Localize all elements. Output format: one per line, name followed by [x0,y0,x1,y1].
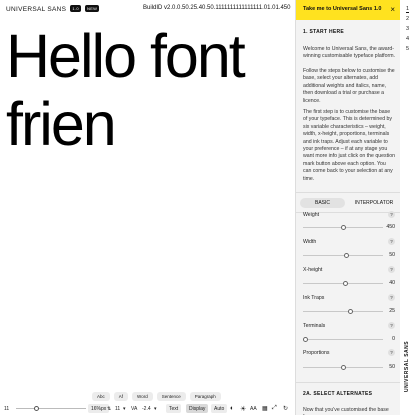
width-slider[interactable] [303,253,383,258]
weight-value[interactable]: 450 [376,224,395,230]
x-height-value[interactable]: 40 [376,280,395,286]
width-label: Width [303,239,317,245]
font-size-slider-knob[interactable] [34,406,39,411]
contrast-icon[interactable]: ◐ [230,404,234,413]
ink-traps-help-button[interactable]: ? [388,294,395,301]
weight-label: Weight [303,212,320,218]
customise-panel: Take me to Universal Sans 1.0 × 1. START… [295,0,400,415]
ink-traps-label: Ink Traps [303,295,325,301]
version-badge: 1.0 [70,5,81,12]
grid-icon[interactable]: ▦ [262,404,268,413]
chip-abc[interactable]: Abc [92,392,110,401]
cta-label: Take me to Universal Sans 1.0 [303,6,382,12]
build-id: BuildID v2.0.0.50.25.40.50.1111111111111… [143,5,291,11]
width-value[interactable]: 50 [376,252,395,258]
alternates-paragraph: Now that you've customised the base for [303,407,389,415]
type-specimen[interactable]: Hello font frien [6,22,294,158]
tracking-value[interactable]: -2.4 [142,404,151,413]
tab-basic[interactable]: BASIC [300,198,345,208]
proportions-value[interactable]: 50 [376,364,395,370]
reset-icon[interactable]: ↻ [283,404,288,413]
x-height-slider[interactable] [303,281,383,286]
weight-slider-knob[interactable] [341,225,346,230]
tracking-dropdown-icon[interactable]: ▾ [154,404,157,413]
x-height-label: X-height [303,267,323,273]
divider [296,192,400,193]
proportions-slider[interactable] [303,365,383,370]
section-start-title: 1. START HERE [303,29,345,35]
proportions-slider-knob[interactable] [341,365,346,370]
auto-button[interactable]: Auto [211,404,228,413]
width-help-button[interactable]: ? [388,238,395,245]
weight-slider[interactable] [303,225,383,230]
terminals-slider-knob[interactable] [303,337,308,342]
weight-help-button[interactable]: ? [388,211,395,218]
font-size-slider[interactable] [16,406,86,411]
divider [296,382,400,383]
terminals-slider[interactable] [303,337,383,342]
line-height-icon: ⇅ [107,405,112,412]
ink-traps-slider[interactable] [303,309,383,314]
step-1[interactable]: 1 [406,6,410,13]
chip-af[interactable]: Af [113,392,129,401]
new-badge: NEW [85,5,100,12]
bottom-toolbar: 11 16%px ⇅ 11 ▾ VA -2.4 ▾ Text Display A… [4,403,294,414]
mode-text-button[interactable]: Text [166,404,182,413]
step-2[interactable]: 2 [406,16,409,22]
light-mode-icon[interactable]: ☀ [240,404,246,413]
top-bar: UNIVERSAL SANS 1.0 NEW BuildID v2.0.0.50… [0,0,295,18]
width-slider-knob[interactable] [344,253,349,258]
proportions-help-button[interactable]: ? [388,349,395,356]
close-icon[interactable]: × [390,5,395,14]
ink-traps-slider-knob[interactable] [348,309,353,314]
section-alternates-title: 2A. SELECT ALTERNATES [303,391,373,397]
chip-sentence[interactable]: Sentence [156,392,186,401]
step-5[interactable]: 5 [406,46,409,52]
step-4[interactable]: 4 [406,36,409,42]
terminals-value[interactable]: 0 [376,336,395,342]
cta-banner[interactable]: Take me to Universal Sans 1.0 × [296,0,400,20]
terminals-label: Terminals [303,323,326,329]
x-height-slider-knob[interactable] [343,281,348,286]
brand-logo[interactable]: UNIVERSAL SANS 1.0 NEW [6,5,100,13]
terminals-help-button[interactable]: ? [388,322,395,329]
step-3[interactable]: 3 [406,26,409,32]
chip-word[interactable]: Word [132,392,153,401]
mode-tabs: BASIC INTERPOLATOR [296,195,400,211]
line-height-value[interactable]: 11 [115,404,120,413]
ink-traps-value[interactable]: 25 [376,308,395,314]
tab-interpolator[interactable]: INTERPOLATOR [351,198,397,208]
intro-paragraph: Welcome to Universal Sans, the award-win… [303,46,395,60]
steps-paragraph: Follow the steps below to customise the … [303,68,395,104]
chip-paragraph[interactable]: Paragraph [189,392,221,401]
base-paragraph: The first step is to customise the base … [303,109,395,182]
fullscreen-icon[interactable]: ⤢ [272,404,277,413]
preview-length-chips: Abc Af Word Sentence Paragraph [92,392,221,401]
antialias-button[interactable]: AA [250,404,257,413]
brand-name: UNIVERSAL SANS [6,6,67,13]
tracking-icon: VA [131,405,138,412]
font-size-icon: 11 [4,405,10,412]
x-height-help-button[interactable]: ? [388,266,395,273]
proportions-label: Proportions [303,350,330,356]
side-label: UNIVERSAL SANS [404,340,410,392]
line-height-dropdown-icon[interactable]: ▾ [123,404,126,413]
mode-display-button[interactable]: Display [186,404,209,413]
